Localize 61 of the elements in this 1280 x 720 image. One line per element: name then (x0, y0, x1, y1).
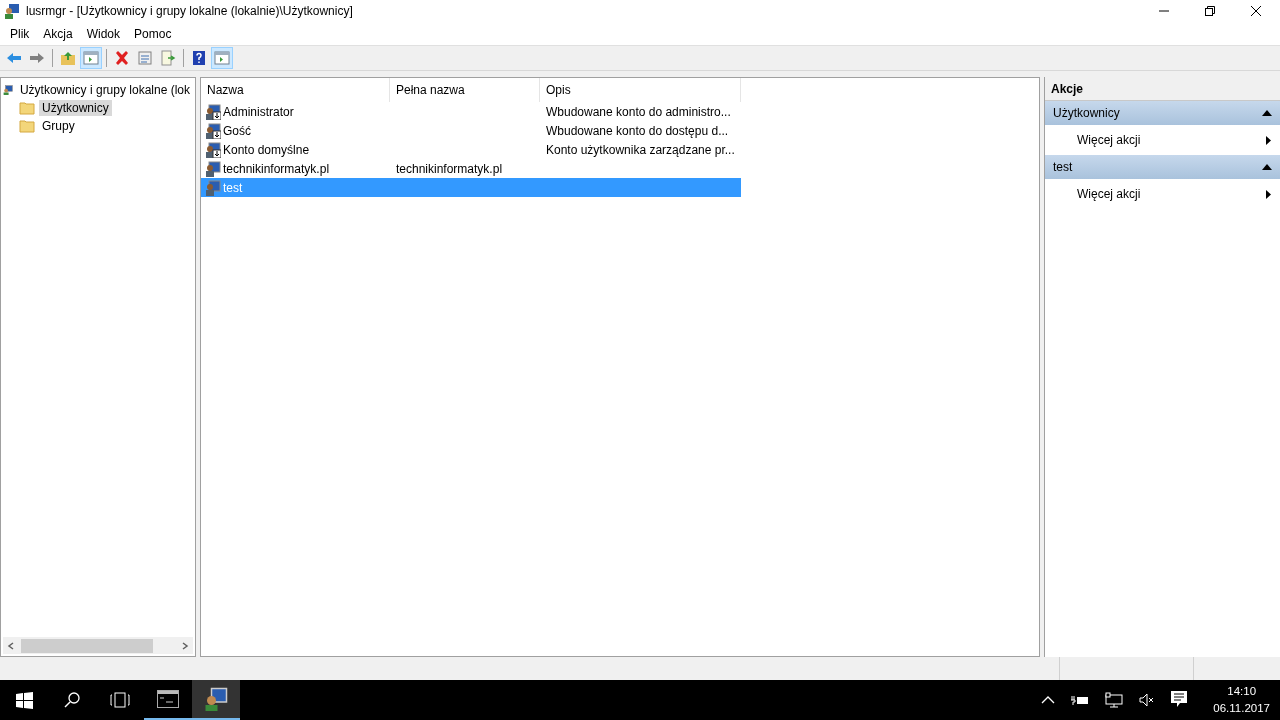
collapse-icon[interactable] (1262, 110, 1272, 116)
scroll-left-icon[interactable] (7, 641, 15, 650)
column-header[interactable]: Nazwa (201, 78, 390, 102)
submenu-arrow-icon (1266, 135, 1271, 145)
user-name: Konto domyślne (223, 142, 310, 157)
menu-item[interactable]: Plik (3, 26, 37, 41)
menu-item[interactable]: Akcja (36, 26, 80, 41)
chevron-up-icon[interactable] (1041, 696, 1056, 704)
pane-icon (214, 50, 230, 66)
description-cell-text: Konto użytkownika zarządzane pr... (545, 141, 736, 159)
notification-icon[interactable] (1171, 691, 1188, 709)
user-name: test (223, 180, 243, 195)
column-header[interactable]: Pełna nazwa (390, 78, 540, 102)
users-icon (4, 3, 20, 19)
users-icon (204, 687, 228, 711)
window-title: lusrmgr - [Użytkownicy i grupy lokalne (lokalnie)\Użytkownicy] (26, 4, 354, 18)
tree-item[interactable]: Grupy (39, 118, 78, 134)
task-view-icon (110, 692, 130, 708)
action-item[interactable]: Więcej akcji (1045, 179, 1280, 209)
battery-icon[interactable] (1071, 694, 1090, 706)
document-icon (137, 50, 153, 66)
search-icon (63, 691, 81, 709)
console-icon (157, 690, 179, 708)
table-row[interactable]: technikinformatyk.pl technikinformatyk.pl (201, 159, 741, 178)
close-icon[interactable] (1250, 5, 1262, 17)
folder-icon (19, 119, 35, 133)
description-cell-text: Wbudowane konto do dostępu d... (545, 122, 730, 140)
folder-icon (60, 50, 76, 66)
clock-time[interactable]: 14:10 (1227, 683, 1257, 700)
user-name: Administrator (223, 104, 294, 119)
left-arrow-icon (6, 50, 22, 66)
pane-icon (83, 50, 99, 66)
muted-speaker-icon[interactable] (1139, 693, 1156, 707)
submenu-arrow-icon (1266, 189, 1271, 199)
collapse-icon[interactable] (1262, 164, 1272, 170)
tree-item[interactable]: Użytkownicy i grupy lokalne (lok (16, 82, 193, 98)
users-app-button[interactable] (192, 680, 240, 720)
delete-icon (114, 50, 130, 66)
column-header[interactable]: Opis (540, 78, 741, 102)
menu-item[interactable]: Widok (79, 26, 128, 41)
user-name: technikinformatyk.pl (223, 161, 330, 176)
computer-users-icon (3, 82, 13, 98)
actions-header: Akcje (1045, 77, 1280, 101)
action-item[interactable]: Więcej akcji (1045, 125, 1280, 155)
restore-icon[interactable] (1204, 5, 1216, 17)
scroll-right-icon[interactable] (181, 641, 189, 650)
windows-logo-icon (15, 691, 33, 709)
description-cell-text: Wbudowane konto do administro... (545, 103, 732, 121)
horizontal-scrollbar[interactable] (3, 637, 193, 654)
full-name-cell-text: technikinformatyk.pl (395, 160, 504, 178)
help-icon (191, 50, 207, 66)
action-section-header[interactable]: test (1045, 155, 1280, 179)
clock-date[interactable]: 06.11.2017 (1213, 700, 1270, 717)
menu-item[interactable]: Pomoc (127, 26, 179, 41)
action-section-header[interactable]: Użytkownicy (1045, 101, 1280, 125)
folder-icon (19, 101, 35, 115)
user-name: Gość (223, 123, 251, 138)
export-icon (160, 50, 176, 66)
right-arrow-icon (29, 50, 45, 66)
tree-item[interactable]: Użytkownicy (39, 100, 112, 116)
network-icon[interactable] (1105, 692, 1124, 708)
